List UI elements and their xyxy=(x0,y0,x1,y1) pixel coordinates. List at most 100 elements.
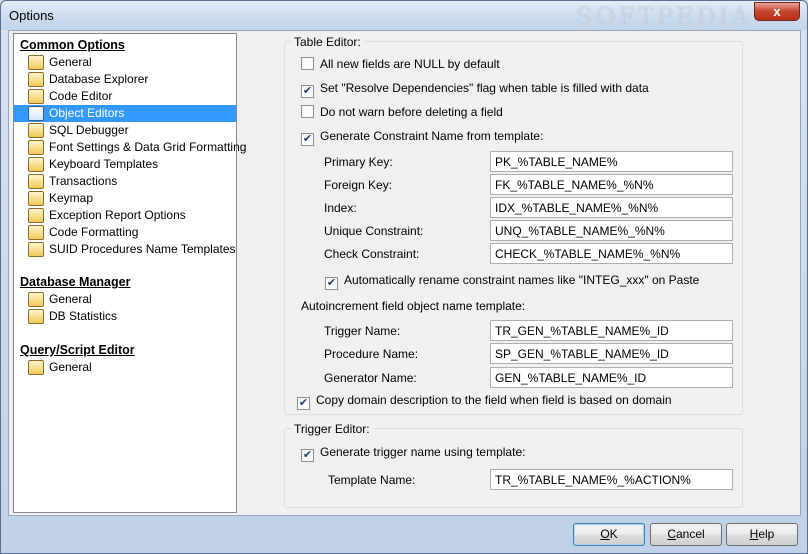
checkbox-generate-constraint[interactable] xyxy=(301,133,314,146)
foreign-key-field[interactable] xyxy=(490,174,733,195)
tree-item-font-settings-data-grid-formatting[interactable]: Font Settings & Data Grid Formatting xyxy=(28,139,246,156)
autoinc-heading: Autoincrement field object name template… xyxy=(301,299,526,313)
bug-icon xyxy=(28,123,44,138)
ok-label-rest: K xyxy=(609,527,618,541)
database-explorer-icon xyxy=(28,72,44,87)
code-editor-icon xyxy=(28,89,44,104)
ok-button[interactable]: OK xyxy=(573,523,645,546)
ok-label-mnemonic: O xyxy=(600,527,610,541)
primary-key-field[interactable] xyxy=(490,151,733,172)
tree-item-label: Keymap xyxy=(49,191,94,205)
check-auto-rename[interactable]: Automatically rename constraint names li… xyxy=(325,272,700,290)
tree-item-general[interactable]: General xyxy=(28,291,92,308)
checkbox-null-default[interactable] xyxy=(301,57,314,70)
tree-item-suid-procedures-name-templates[interactable]: SUID Procedures Name Templates xyxy=(28,241,236,258)
check-generate-trigger[interactable]: Generate trigger name using template: xyxy=(301,444,526,462)
check-null-default[interactable]: All new fields are NULL by default xyxy=(301,56,500,73)
check-generate-trigger-label: Generate trigger name using template: xyxy=(320,445,526,459)
tree-item-code-formatting[interactable]: Code Formatting xyxy=(28,224,138,241)
tree-item-general[interactable]: General xyxy=(28,359,92,376)
checkbox-generate-trigger[interactable] xyxy=(301,449,314,462)
tree-item-sql-debugger[interactable]: SQL Debugger xyxy=(28,122,129,139)
procedure-name-field[interactable] xyxy=(490,343,733,364)
check-constraint-field[interactable] xyxy=(490,243,733,264)
primary-key-label: Primary Key: xyxy=(324,155,393,169)
check-constraint-label: Check Constraint: xyxy=(324,247,420,261)
check-resolve-dependencies[interactable]: Set "Resolve Dependencies" flag when tab… xyxy=(301,80,649,98)
check-no-warn-delete[interactable]: Do not warn before deleting a field xyxy=(301,104,503,121)
watermark: SOFTPEDIA xyxy=(576,3,752,31)
tree-item-label: SUID Procedures Name Templates xyxy=(49,242,236,256)
exception-icon xyxy=(28,208,44,223)
window-title: Options xyxy=(9,8,54,23)
template-name-label: Template Name: xyxy=(328,473,416,487)
check-generate-constraint-label: Generate Constraint Name from template: xyxy=(320,129,544,143)
code-formatting-icon xyxy=(28,225,44,240)
checkbox-copy-domain[interactable] xyxy=(297,397,310,410)
close-icon: x xyxy=(773,4,781,19)
title-bar[interactable]: Options SOFTPEDIA x xyxy=(1,1,807,31)
tree-item-object-editors[interactable]: Object Editors xyxy=(14,105,236,122)
tree-item-db-statistics[interactable]: DB Statistics xyxy=(28,308,117,325)
tree-item-database-explorer[interactable]: Database Explorer xyxy=(28,71,148,88)
unique-constraint-field[interactable] xyxy=(490,220,733,241)
tree-item-label: General xyxy=(49,360,92,374)
dialog-client: Common Options General Database Explorer Co… xyxy=(8,30,801,516)
check-auto-rename-label: Automatically rename constraint names li… xyxy=(344,273,700,287)
tree-item-label: Code Editor xyxy=(49,89,113,103)
close-button[interactable]: x xyxy=(754,2,800,21)
tree-item-label: Code Formatting xyxy=(49,225,139,239)
foreign-key-label: Foreign Key: xyxy=(324,178,393,192)
options-window: Options SOFTPEDIA x Common Options Genera… xyxy=(0,0,808,554)
general-icon xyxy=(28,360,44,375)
tree-item-exception-report-options[interactable]: Exception Report Options xyxy=(28,207,186,224)
options-tree[interactable]: Common Options General Database Explorer Co… xyxy=(13,33,246,513)
suid-icon xyxy=(28,242,44,257)
tree-heading-database-manager[interactable]: Database Manager xyxy=(20,275,130,289)
help-label-rest: elp xyxy=(758,527,775,541)
checkbox-no-warn-delete[interactable] xyxy=(301,105,314,118)
checkbox-auto-rename[interactable] xyxy=(325,277,338,290)
index-field[interactable] xyxy=(490,197,733,218)
index-label: Index: xyxy=(324,201,357,215)
tree-heading-common-options[interactable]: Common Options xyxy=(20,38,125,52)
trigger-name-field[interactable] xyxy=(490,320,733,341)
template-name-field[interactable] xyxy=(490,469,733,490)
cancel-label-rest: ancel xyxy=(675,527,705,541)
check-copy-domain[interactable]: Copy domain description to the field whe… xyxy=(297,392,672,410)
unique-constraint-label: Unique Constraint: xyxy=(324,224,424,238)
check-resolve-dependencies-label: Set "Resolve Dependencies" flag when tab… xyxy=(320,81,649,95)
cancel-button[interactable]: Cancel xyxy=(650,523,722,546)
tree-item-keyboard-templates[interactable]: Keyboard Templates xyxy=(28,156,158,173)
check-no-warn-delete-label: Do not warn before deleting a field xyxy=(320,105,503,119)
tree-item-label: Object Editors xyxy=(49,106,125,120)
generator-name-field[interactable] xyxy=(490,367,733,388)
table-editor-group: Table Editor: All new fields are NULL by… xyxy=(284,35,743,415)
check-generate-constraint[interactable]: Generate Constraint Name from template: xyxy=(301,128,544,146)
generator-name-label: Generator Name: xyxy=(324,371,417,385)
general-icon xyxy=(28,292,44,307)
tree-heading-query-script-editor[interactable]: Query/Script Editor xyxy=(20,343,135,357)
general-icon xyxy=(28,55,44,70)
tree-item-keymap[interactable]: Keymap xyxy=(28,190,93,207)
tree-item-label: DB Statistics xyxy=(49,309,118,323)
tree-item-label: General xyxy=(49,55,92,69)
object-editors-icon xyxy=(28,106,44,121)
tree-item-code-editor[interactable]: Code Editor xyxy=(28,88,112,105)
keyboard-icon xyxy=(28,157,44,172)
tree-item-label: Exception Report Options xyxy=(49,208,186,222)
check-copy-domain-label: Copy domain description to the field whe… xyxy=(316,393,672,407)
checkbox-resolve-dependencies[interactable] xyxy=(301,85,314,98)
help-button[interactable]: Help xyxy=(726,523,798,546)
tree-item-label: General xyxy=(49,292,92,306)
tree-item-label: Keyboard Templates xyxy=(49,157,159,171)
tree-item-label: Database Explorer xyxy=(49,72,149,86)
trigger-name-label: Trigger Name: xyxy=(324,324,401,338)
tree-item-label: Font Settings & Data Grid Formatting xyxy=(49,140,247,154)
procedure-name-label: Procedure Name: xyxy=(324,347,419,361)
cancel-label-mnemonic: C xyxy=(667,527,676,541)
statistics-icon xyxy=(28,309,44,324)
tree-item-general[interactable]: General xyxy=(28,54,92,71)
tree-item-transactions[interactable]: Transactions xyxy=(28,173,117,190)
trigger-editor-label: Trigger Editor: xyxy=(291,422,373,436)
